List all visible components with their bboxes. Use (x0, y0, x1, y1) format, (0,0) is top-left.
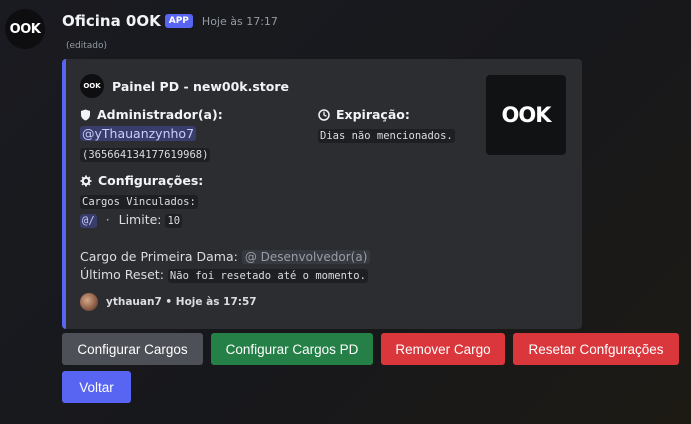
last-reset-value: Não foi resetado até o momento. (167, 269, 368, 283)
linked-roles-label-line: Cargos Vinculados: (80, 193, 198, 209)
admin-id-line: (365664134177619968) (80, 146, 211, 162)
configure-roles-button[interactable]: Configurar Cargos (62, 333, 203, 365)
remove-role-button[interactable]: Remover Cargo (381, 333, 505, 365)
configure-pd-roles-button[interactable]: Configurar Cargos PD (211, 333, 373, 365)
linked-roles-line: @/ · Limite: 10 (80, 212, 183, 228)
author-icon: OOK (80, 74, 104, 98)
admin-field-title: Administrador(a): (80, 107, 223, 122)
limit-label: Limite: (118, 212, 162, 227)
config-field-title: Configurações: (80, 173, 203, 188)
config-title-text: Configurações: (98, 173, 204, 188)
last-reset-label: Último Reset: (80, 267, 164, 282)
embed-author: OOK Painel PD - new00k.store (80, 74, 289, 98)
admin-mention-line: @yThauanzynho7 (80, 126, 197, 141)
limit-value: 10 (165, 214, 183, 228)
last-reset-line: Último Reset: Não foi resetado até o mom… (80, 267, 368, 283)
bot-username[interactable]: Oficina 0OK (62, 12, 161, 30)
embed-thumbnail[interactable]: OOK (486, 75, 566, 155)
first-lady-line: Cargo de Primeira Dama: @ Desenvolvedor(… (80, 249, 371, 264)
expiration-title-text: Expiração: (336, 107, 410, 122)
embed-author-name: Painel PD - new00k.store (112, 78, 290, 94)
admin-id: (365664134177619968) (80, 148, 211, 162)
first-lady-label: Cargo de Primeira Dama: (80, 249, 238, 264)
admin-mention[interactable]: @yThauanzynho7 (80, 126, 197, 141)
bot-avatar[interactable]: OOK (5, 9, 45, 49)
embed-card: OOK Painel PD - new00k.store OOK Adminis… (62, 59, 582, 329)
shield-icon (81, 109, 90, 120)
app-badge: APP (164, 14, 193, 28)
gear-icon (80, 175, 92, 186)
admin-title-text: Administrador(a): (97, 107, 223, 122)
message-header: Oficina 0OK APP Hoje às 17:17 (62, 12, 278, 30)
reset-settings-button[interactable]: Resetar Confgurações (513, 333, 679, 365)
linked-roles-label: Cargos Vinculados: (80, 195, 198, 209)
separator-dot: · (105, 212, 110, 227)
footer-text: ythauan7 • Hoje às 17:57 (106, 296, 257, 308)
back-button[interactable]: Voltar (62, 371, 131, 403)
clock-icon (318, 108, 330, 121)
linked-roles-value: @/ (80, 214, 97, 228)
first-lady-role[interactable]: @ Desenvolvedor(a) (241, 250, 371, 264)
footer-avatar (80, 293, 98, 311)
expiration-field-title: Expiração: (318, 107, 410, 122)
message-timestamp: Hoje às 17:17 (201, 14, 278, 28)
embed-footer: ythauan7 • Hoje às 17:57 (80, 293, 257, 311)
expiration-value: Dias não mencionados. (318, 129, 455, 143)
edited-label: (editado) (66, 41, 108, 51)
expiration-value-line: Dias não mencionados. (318, 127, 455, 143)
